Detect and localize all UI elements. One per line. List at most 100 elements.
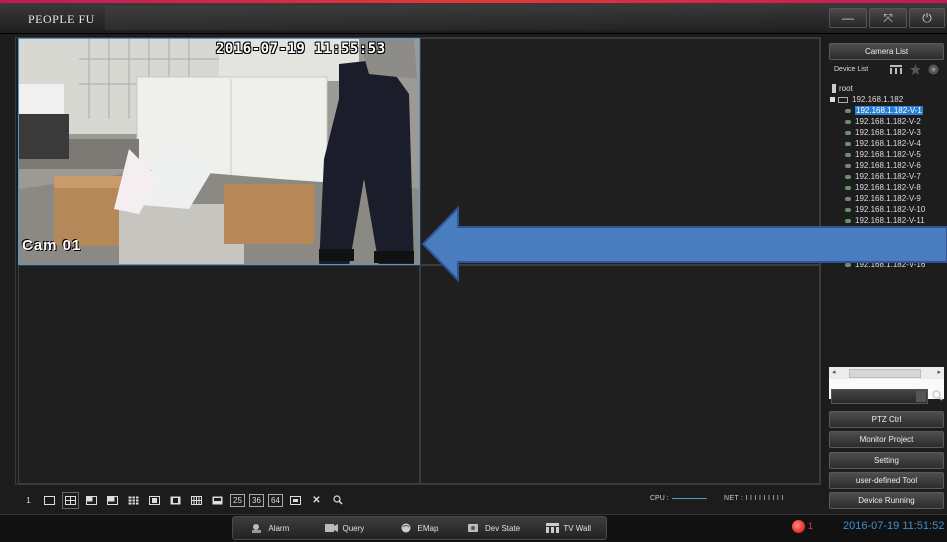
layout-4-button[interactable] — [62, 491, 79, 509]
dev-state-icon — [468, 524, 478, 532]
layout-36-button[interactable]: 36 — [249, 493, 264, 507]
tree-channel-item[interactable]: 192.168.1.182-V-15 — [845, 248, 925, 259]
camera-channel-icon — [845, 108, 851, 113]
layout-toolbar: 1 25 36 64 ✕ — [20, 489, 350, 511]
camera-label-overlay: Cam 01 — [22, 237, 82, 254]
video-pane-4[interactable] — [420, 265, 820, 484]
query-button[interactable]: Query — [308, 517, 383, 539]
power-button[interactable]: ⏻ — [909, 8, 945, 28]
tree-channel-item[interactable]: 192.168.1.182-V-5 — [845, 149, 921, 160]
setting-button[interactable]: Setting — [829, 452, 944, 469]
scroll-right-icon[interactable]: ▸ — [937, 368, 941, 376]
tree-channel-item[interactable]: 192.168.1.182-V-16 — [845, 259, 925, 270]
tree-channel-item[interactable]: 192.168.1.182-V-8 — [845, 182, 921, 193]
dropdown-arrow-icon[interactable] — [916, 391, 926, 402]
app-title: PEOPLE FU — [28, 12, 95, 26]
power-icon: ⏻ — [922, 10, 932, 25]
tree-channel-item[interactable]: 192.168.1.182-V-14 — [845, 237, 925, 248]
layout-20-button[interactable] — [209, 492, 226, 509]
camera-channel-icon — [845, 262, 851, 267]
user-defined-tool-button[interactable]: user-defined Tool — [829, 472, 944, 489]
query-icon — [325, 524, 339, 532]
zoom-button[interactable] — [329, 492, 346, 509]
magnifier-icon — [332, 495, 343, 505]
dev-state-button[interactable]: Dev State — [457, 517, 532, 539]
video-pane-2[interactable] — [420, 38, 820, 265]
device-grid-icon[interactable] — [890, 65, 902, 74]
favorite-star-icon[interactable] — [910, 64, 921, 75]
alarm-button[interactable]: Alarm — [233, 517, 308, 539]
bottom-nav: Alarm Query EMap Dev State TV Wall — [232, 516, 607, 540]
tree-channel-item[interactable]: 192.168.1.182-V-1 — [845, 105, 923, 116]
search-icon[interactable] — [932, 390, 943, 401]
camera-list-button[interactable]: Camera List — [829, 43, 944, 60]
video-grid: 2016-07-19 11:55:53 Cam 01 — [15, 37, 821, 485]
camera-channel-icon — [845, 240, 851, 245]
video-timestamp-overlay: 2016-07-19 11:55:53 — [216, 41, 386, 57]
camera-channel-icon — [845, 218, 851, 223]
layout-single-button[interactable] — [41, 492, 58, 509]
video-pane-3[interactable] — [18, 265, 420, 484]
net-usage: NET : I I I I I I I I I — [724, 495, 784, 502]
tree-channel-item[interactable]: 192.168.1.182-V-2 — [845, 116, 921, 127]
tree-channel-item[interactable]: 192.168.1.182-V-10 — [845, 204, 925, 215]
grid-13-icon — [170, 496, 181, 504]
emap-globe-icon — [401, 523, 411, 533]
tree-horizontal-scrollbar[interactable]: ◂ ▸ — [829, 367, 944, 379]
search-input[interactable] — [831, 389, 928, 404]
camera-channel-icon — [845, 130, 851, 135]
layout-25-button[interactable]: 25 — [230, 493, 245, 507]
grid-6-icon — [86, 495, 97, 505]
grid-20-icon — [212, 496, 223, 504]
layout-16-button[interactable] — [188, 492, 205, 509]
grid-10-icon — [149, 495, 160, 505]
tree-device[interactable]: 192.168.1.182 — [830, 94, 903, 105]
layout-9-button[interactable] — [125, 492, 142, 509]
device-running-button[interactable]: Device Running — [829, 492, 944, 509]
minimize-button[interactable]: — — [829, 8, 867, 28]
dvr-icon — [838, 96, 848, 103]
alarm-count: 1 — [808, 521, 814, 531]
camera-channel-icon — [845, 207, 851, 212]
fullscreen-icon: ⤧ — [883, 10, 893, 25]
tree-channel-item[interactable]: 192.168.1.182-V-4 — [845, 138, 921, 149]
tree-root[interactable]: root — [832, 83, 853, 94]
camera-channel-icon — [845, 185, 851, 190]
close-all-button[interactable]: ✕ — [308, 492, 325, 509]
scroll-left-icon[interactable]: ◂ — [832, 368, 836, 376]
tree-channel-item[interactable]: 192.168.1.182-V-3 — [845, 127, 921, 138]
layout-64-button[interactable]: 64 — [268, 493, 283, 507]
cpu-graph — [671, 497, 707, 499]
root-folder-icon — [832, 84, 836, 93]
ptz-ctrl-button[interactable]: PTZ Ctrl — [829, 411, 944, 428]
grid-4-icon — [65, 495, 76, 505]
tree-channel-item[interactable]: 192.168.1.182-V-9 — [845, 193, 921, 204]
layout-custom-button[interactable] — [287, 492, 304, 509]
monitor-project-button[interactable]: Monitor Project — [829, 431, 944, 448]
camera-channel-icon — [845, 174, 851, 179]
grid-9-icon — [128, 495, 139, 505]
layout-13-button[interactable] — [167, 492, 184, 509]
tv-wall-icon — [546, 523, 560, 533]
tv-wall-button[interactable]: TV Wall — [531, 517, 606, 539]
layout-6-button[interactable] — [83, 492, 100, 509]
tree-channel-item[interactable]: 192.168.1.182-V-7 — [845, 171, 921, 182]
layout-8-button[interactable] — [104, 492, 121, 509]
close-icon: ✕ — [312, 494, 321, 506]
system-clock: 2016-07-19 11:51:52 — [843, 520, 945, 532]
tree-channel-item[interactable]: 192.168.1.182-V-11 — [845, 215, 925, 226]
grid-16-icon — [191, 495, 202, 505]
layout-10-button[interactable] — [146, 492, 163, 509]
camera-channel-icon — [845, 196, 851, 201]
tree-channel-item[interactable]: 192.168.1.182-V-6 — [845, 160, 921, 171]
video-pane-1[interactable]: 2016-07-19 11:55:53 Cam 01 — [18, 38, 420, 265]
camera-channel-icon — [845, 152, 851, 157]
camera-channel-icon — [845, 119, 851, 124]
fullscreen-button[interactable]: ⤧ — [869, 8, 907, 28]
title-bar-gradient — [105, 6, 805, 30]
layout-1-button[interactable]: 1 — [20, 492, 37, 509]
emap-button[interactable]: EMap — [382, 517, 457, 539]
alarm-indicator-icon[interactable] — [792, 520, 805, 533]
scroll-thumb[interactable] — [849, 369, 921, 378]
globe-icon[interactable] — [928, 64, 939, 75]
